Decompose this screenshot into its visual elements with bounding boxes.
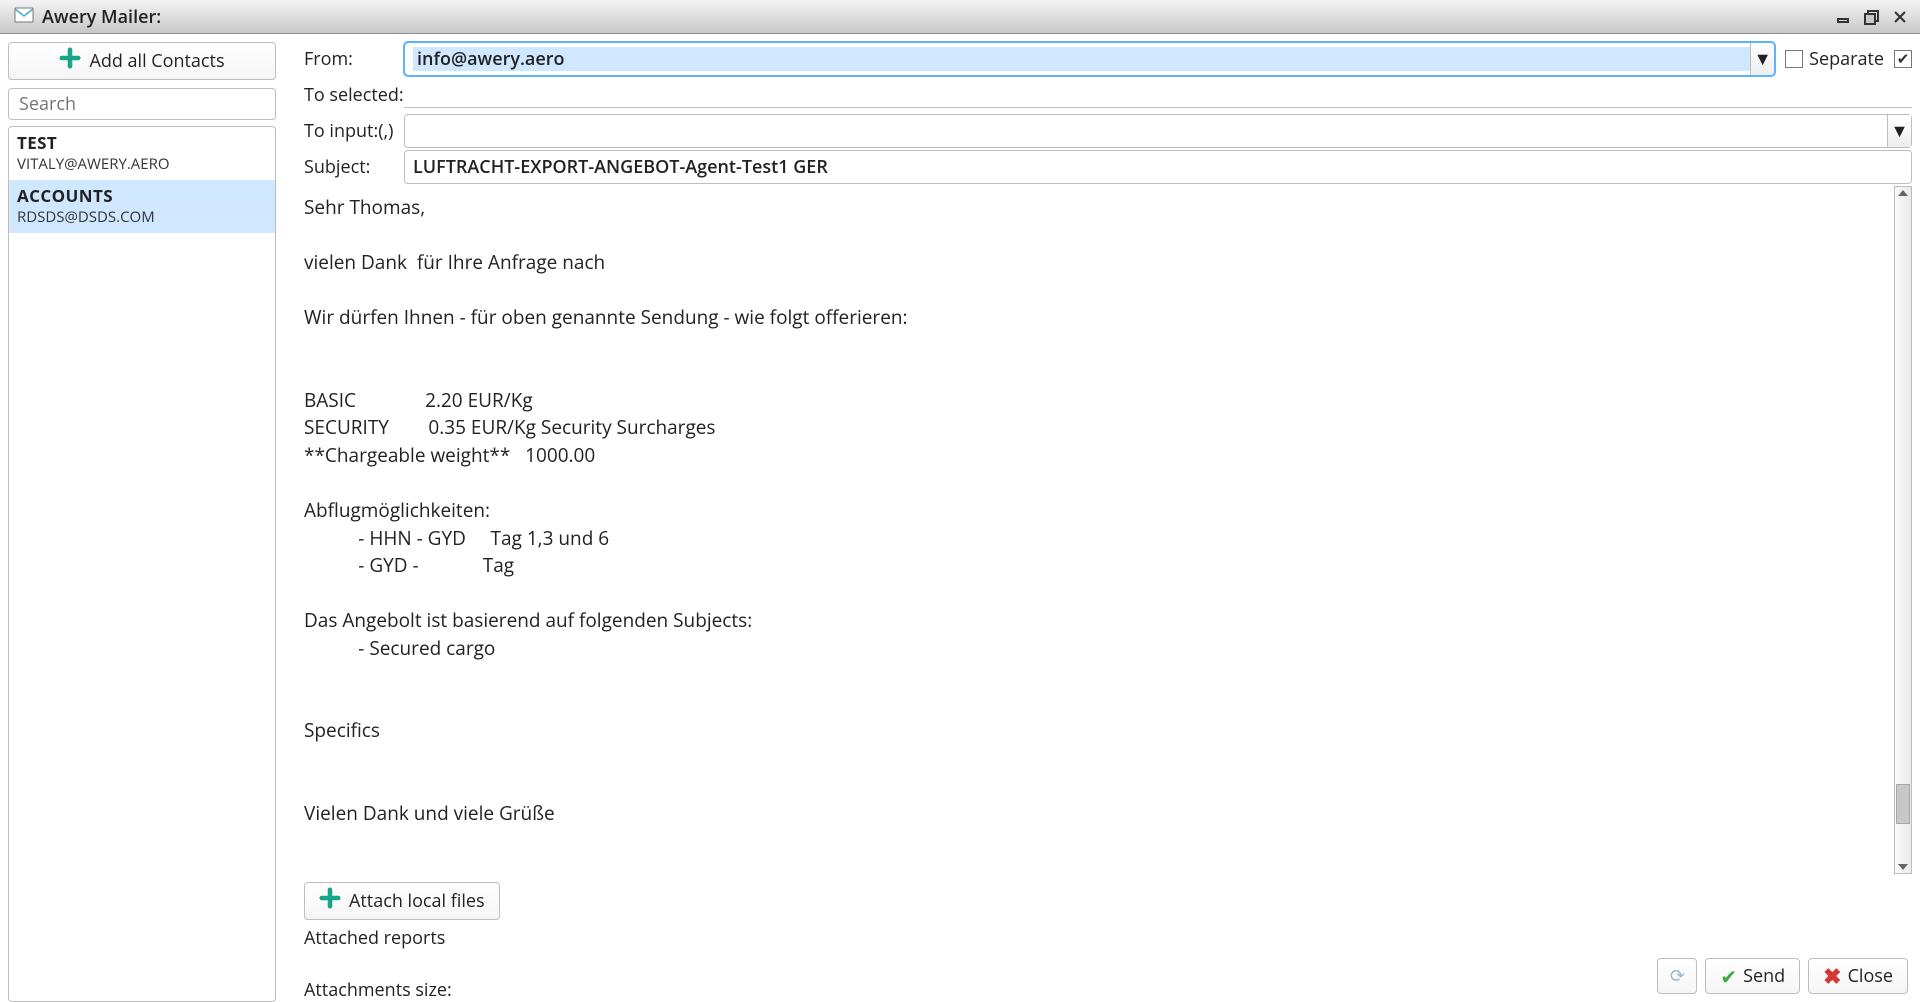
close-window-button[interactable] — [1888, 5, 1912, 29]
close-button[interactable]: ✖ Close — [1808, 958, 1908, 994]
attachments-size-label: Attachments size: — [304, 978, 1657, 1002]
contact-group-address: VITALY@AWERY.AERO — [17, 154, 267, 174]
attach-local-files-button[interactable]: Attach local files — [304, 882, 500, 920]
add-all-contacts-label: Add all Contacts — [89, 49, 224, 73]
to-input-label: To input:(,) — [304, 119, 404, 143]
compose-panel: From: info@awery.aero ▼ Separate To sele… — [284, 34, 1920, 1002]
contact-group-name: ACCOUNTS — [17, 184, 267, 207]
contact-group-name: TEST — [17, 131, 267, 154]
separate-checkbox-extra[interactable] — [1785, 50, 1803, 68]
maximize-button[interactable] — [1860, 5, 1884, 29]
to-selected-field[interactable] — [404, 82, 1912, 108]
from-label: From: — [304, 47, 404, 71]
separate-checkbox[interactable] — [1894, 50, 1912, 68]
chevron-down-icon[interactable]: ▼ — [1887, 115, 1911, 147]
plus-icon — [59, 47, 81, 75]
refresh-icon: ⟳ — [1670, 964, 1685, 988]
check-icon: ✔ — [1720, 963, 1737, 990]
footer-toolbar: ⟳ ✔ Send ✖ Close — [1657, 952, 1912, 1002]
subject-input[interactable]: LUFTRACHT-EXPORT-ANGEBOT-Agent-Test1 GER — [404, 150, 1912, 184]
search-input[interactable] — [8, 88, 276, 120]
plus-icon — [319, 887, 341, 915]
to-selected-label: To selected: — [304, 83, 404, 107]
contact-group[interactable]: ACCOUNTS RDSDS@DSDS.COM — [9, 180, 275, 233]
subject-value: LUFTRACHT-EXPORT-ANGEBOT-Agent-Test1 GER — [413, 155, 828, 179]
contact-group[interactable]: TEST VITALY@AWERY.AERO — [9, 127, 275, 180]
separate-label: Separate — [1809, 47, 1884, 71]
window-title: Awery Mailer: — [42, 5, 161, 29]
close-icon: ✖ — [1823, 961, 1841, 991]
refresh-button[interactable]: ⟳ — [1657, 958, 1697, 994]
chevron-down-icon[interactable]: ▼ — [1750, 43, 1774, 75]
contacts-sidebar: Add all Contacts TEST VITALY@AWERY.AERO … — [0, 34, 284, 1002]
message-body-editor[interactable]: Sehr Thomas, vielen Dank für Ihre Anfrag… — [304, 186, 1888, 832]
to-input-combo[interactable]: ▼ — [404, 114, 1912, 148]
minimize-button[interactable] — [1832, 5, 1856, 29]
subject-label: Subject: — [304, 155, 404, 179]
from-combo[interactable]: info@awery.aero ▼ — [404, 42, 1775, 76]
contact-group-address: RDSDS@DSDS.COM — [17, 207, 267, 227]
contacts-list[interactable]: TEST VITALY@AWERY.AERO ACCOUNTS RDSDS@DS… — [8, 126, 276, 1002]
attach-local-files-label: Attach local files — [349, 889, 485, 913]
close-label: Close — [1848, 964, 1893, 988]
attached-reports-label: Attached reports — [304, 926, 1912, 950]
send-label: Send — [1743, 964, 1785, 988]
send-button[interactable]: ✔ Send — [1705, 958, 1800, 994]
mail-icon — [14, 6, 34, 28]
window-titlebar: Awery Mailer: — [0, 0, 1920, 34]
add-all-contacts-button[interactable]: Add all Contacts — [8, 42, 276, 80]
from-value: info@awery.aero — [413, 47, 1750, 71]
